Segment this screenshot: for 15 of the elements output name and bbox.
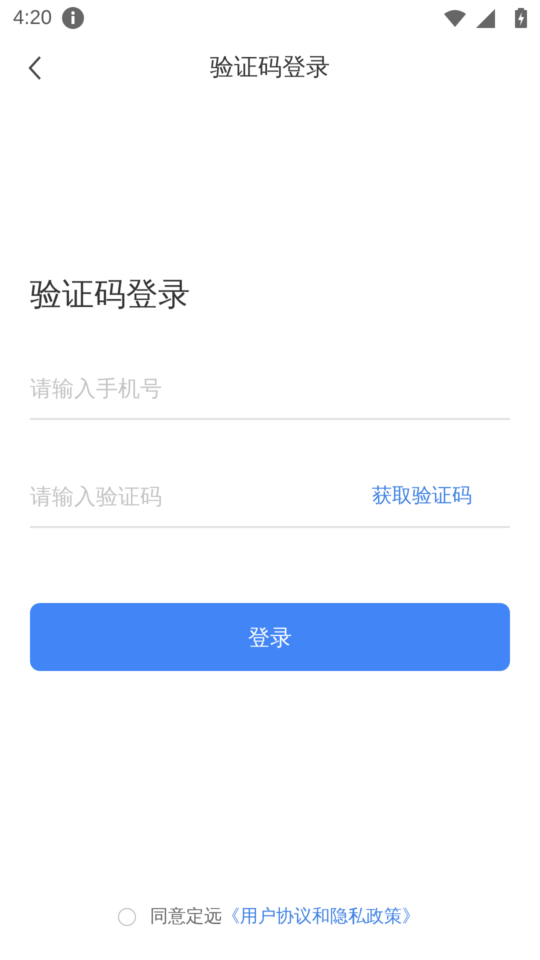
login-button[interactable]: 登录	[30, 603, 510, 671]
header-title: 验证码登录	[210, 53, 330, 83]
code-field[interactable]: 请输入验证码 获取验证码	[30, 466, 510, 528]
page-heading: 验证码登录	[30, 275, 191, 314]
get-code-button[interactable]: 获取验证码	[372, 481, 472, 511]
back-icon	[28, 56, 42, 80]
agreement-link[interactable]: 《用户协议和隐私政策》	[222, 906, 420, 926]
agreement-text: 同意定远《用户协议和隐私政策》	[150, 905, 420, 928]
signal-icon	[476, 8, 495, 28]
wifi-icon	[444, 9, 466, 27]
agree-checkbox[interactable]	[118, 908, 136, 926]
status-time: 4:20	[13, 6, 52, 31]
info-icon	[62, 7, 84, 29]
phone-field[interactable]: 请输入手机号	[30, 360, 510, 420]
battery-icon	[515, 8, 527, 28]
